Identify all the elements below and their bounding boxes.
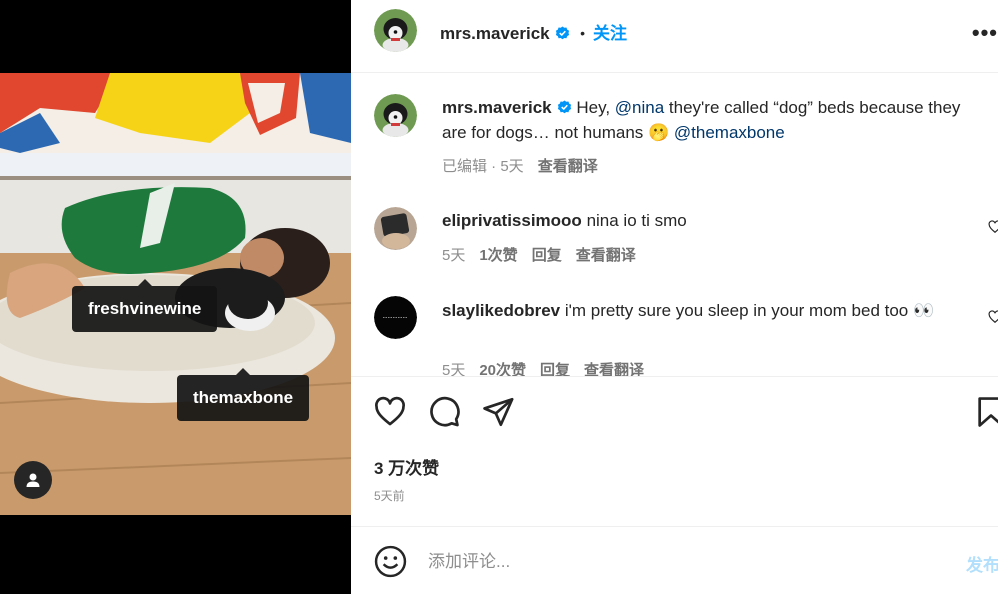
dog-avatar-image (374, 9, 417, 52)
post-actions: 3 万次赞 5天前 (351, 376, 998, 527)
comments-list[interactable]: mrs.maverick Hey, @nina they're called “… (351, 74, 998, 376)
comment-username[interactable]: slaylikedobrev (442, 301, 560, 320)
comment-time: 5天 (442, 362, 466, 376)
comment-username[interactable]: eliprivatissimooo (442, 211, 582, 230)
verified-badge-icon (555, 26, 569, 40)
follow-button[interactable]: 关注 (593, 24, 627, 43)
more-options-button[interactable]: ••• (972, 20, 998, 46)
commenter-avatar[interactable] (374, 207, 417, 250)
caption-meta: 已编辑 · 5天 查看翻译 (442, 155, 598, 176)
comment-composer: 发布 (351, 527, 998, 594)
person-icon (26, 473, 40, 487)
tag-label-text: themaxbone (193, 388, 294, 407)
caption-body-start: Hey, (576, 98, 615, 117)
comment-time: 5天 (442, 247, 466, 264)
tag-label-text: freshvinewine (88, 299, 202, 318)
comment-text: eliprivatissimooo nina io ti smo (442, 208, 982, 233)
share-icon[interactable] (481, 395, 515, 429)
comment-like-count[interactable]: 20次赞 (479, 362, 526, 376)
post-photo[interactable]: freshvinewine themaxbone (0, 73, 351, 515)
post-timestamp: 5天前 (374, 489, 405, 503)
translate-button[interactable]: 查看翻译 (584, 362, 644, 376)
media-pane: freshvinewine themaxbone (0, 0, 351, 594)
header-dot-separator: • (580, 25, 585, 41)
comment-body: nina io ti smo (586, 211, 687, 230)
comment-input[interactable] (428, 545, 948, 578)
translate-button[interactable]: 查看翻译 (538, 158, 598, 175)
bookmark-icon[interactable] (974, 395, 998, 429)
comment-text: slaylikedobrev i'm pretty sure you sleep… (442, 298, 982, 323)
caption-text: mrs.maverick Hey, @nina they're called “… (442, 95, 982, 145)
photo-tag-themaxbone[interactable]: themaxbone (177, 368, 310, 421)
caption-avatar[interactable] (374, 94, 417, 137)
translate-button[interactable]: 查看翻译 (576, 247, 636, 264)
author-username[interactable]: mrs.maverick (440, 24, 550, 43)
post-comment-button[interactable]: 发布 (966, 551, 998, 576)
post-header: mrs.maverick • 关注 ••• (351, 0, 998, 73)
commenter-avatar[interactable] (374, 296, 417, 339)
tagged-people-button[interactable] (14, 461, 52, 499)
like-count[interactable]: 3 万次赞 (374, 454, 439, 479)
tag-arrow (236, 368, 251, 375)
comment-like-icon[interactable] (988, 220, 998, 234)
heart-icon[interactable] (373, 395, 407, 429)
comment-icon[interactable] (427, 395, 461, 429)
mention-link[interactable]: @themaxbone (674, 123, 785, 142)
comment-body: i'm pretty sure you sleep in your mom be… (564, 301, 935, 320)
tag-arrow (137, 279, 152, 286)
comment-like-icon[interactable] (988, 310, 998, 324)
author-avatar[interactable] (374, 9, 417, 52)
reply-button[interactable]: 回复 (532, 247, 562, 264)
comment-like-count[interactable]: 1次赞 (479, 247, 517, 264)
emoji-icon[interactable] (374, 545, 407, 578)
verified-badge-icon (557, 100, 571, 114)
photo-tag-freshvinewine[interactable]: freshvinewine (72, 279, 218, 332)
mention-link[interactable]: @nina (615, 98, 664, 117)
reply-button[interactable]: 回复 (540, 362, 570, 376)
post-detail-panel: mrs.maverick • 关注 ••• mrs.maverick Hey, @… (351, 0, 998, 594)
commenter-avatar-image (374, 207, 417, 250)
comment-meta: 5天 1次赞 回复 查看翻译 (442, 244, 636, 265)
caption-edited-time: 已编辑 · 5天 (442, 158, 524, 175)
header-title-row: mrs.maverick • 关注 (440, 19, 627, 44)
caption-username[interactable]: mrs.maverick (442, 98, 552, 117)
commenter-avatar-image (374, 296, 417, 339)
dog-avatar-image (374, 94, 417, 137)
comment-meta: 5天 20次赞 回复 查看翻译 (442, 359, 644, 376)
